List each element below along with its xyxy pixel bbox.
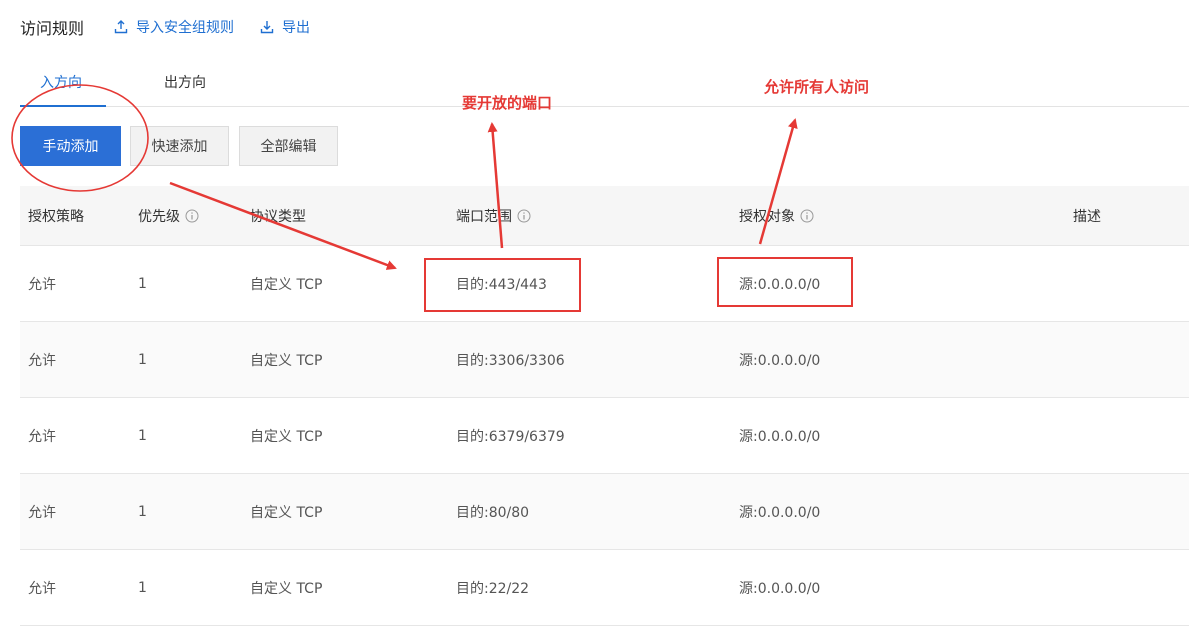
info-icon[interactable]: [517, 209, 531, 223]
cell-protocol: 自定义 TCP: [250, 580, 323, 597]
column-header-policy: 授权策略: [28, 208, 84, 225]
annotation-port-note: 要开放的端口: [462, 94, 553, 112]
cell-port-range: 目的:443/443: [456, 276, 547, 293]
cell-priority: 1: [138, 579, 147, 596]
cell-policy: 允许: [28, 276, 56, 293]
active-tab-indicator: [20, 105, 106, 107]
table-row: 允许 1 自定义 TCP 目的:3306/3306 源:0.0.0.0/0: [20, 322, 1189, 398]
cell-policy: 允许: [28, 504, 56, 521]
upload-icon: [114, 20, 128, 34]
cell-auth-object: 源:0.0.0.0/0: [739, 428, 821, 445]
table-row: 允许 1 自定义 TCP 目的:22/22 源:0.0.0.0/0: [20, 550, 1189, 626]
edit-all-button[interactable]: 全部编辑: [239, 126, 338, 166]
cell-priority: 1: [138, 351, 147, 368]
column-header-description: 描述: [1073, 208, 1101, 225]
cell-port-range: 目的:6379/6379: [456, 428, 565, 445]
cell-priority: 1: [138, 427, 147, 444]
column-header-auth-object: 授权对象: [739, 186, 814, 245]
manual-add-button[interactable]: 手动添加: [20, 126, 121, 166]
cell-priority: 1: [138, 503, 147, 520]
table-row: 允许 1 自定义 TCP 目的:6379/6379 源:0.0.0.0/0: [20, 398, 1189, 474]
cell-port-range: 目的:22/22: [456, 580, 530, 597]
import-rules-label: 导入安全组规则: [136, 20, 235, 36]
cell-protocol: 自定义 TCP: [250, 428, 323, 445]
cell-auth-object: 源:0.0.0.0/0: [739, 352, 821, 369]
cell-policy: 允许: [28, 352, 56, 369]
cell-policy: 允许: [28, 580, 56, 597]
export-link[interactable]: 导出: [260, 17, 310, 37]
tab-outbound[interactable]: 出方向: [164, 72, 206, 92]
cell-auth-object: 源:0.0.0.0/0: [739, 276, 821, 293]
tab-inbound[interactable]: 入方向: [40, 72, 82, 92]
page-header: 访问规则 导入安全组规则 导出: [20, 14, 336, 40]
table-row: 允许 1 自定义 TCP 目的:443/443 源:0.0.0.0/0: [20, 246, 1189, 322]
direction-tabs: 入方向 出方向: [20, 62, 1189, 107]
cell-priority: 1: [138, 275, 147, 292]
cell-port-range: 目的:3306/3306: [456, 352, 565, 369]
cell-protocol: 自定义 TCP: [250, 504, 323, 521]
column-header-priority: 优先级: [138, 186, 199, 245]
cell-protocol: 自定义 TCP: [250, 352, 323, 369]
info-icon[interactable]: [800, 209, 814, 223]
cell-policy: 允许: [28, 428, 56, 445]
cell-auth-object: 源:0.0.0.0/0: [739, 504, 821, 521]
table-row: 允许 1 自定义 TCP 目的:80/80 源:0.0.0.0/0: [20, 474, 1189, 550]
column-header-protocol: 协议类型: [250, 208, 306, 225]
cell-protocol: 自定义 TCP: [250, 276, 323, 293]
page-title: 访问规则: [20, 19, 85, 38]
annotation-access-note: 允许所有人访问: [764, 78, 870, 96]
export-label: 导出: [282, 20, 311, 36]
cell-port-range: 目的:80/80: [456, 504, 530, 521]
column-header-port-range: 端口范围: [456, 186, 531, 245]
table-header: 授权策略 优先级 协议类型 端口范围 授权对象 描述: [20, 186, 1189, 246]
download-icon: [260, 21, 274, 34]
rules-table: 授权策略 优先级 协议类型 端口范围 授权对象 描述 允许 1 自定义 TCP …: [20, 186, 1189, 626]
info-icon[interactable]: [185, 209, 199, 223]
security-rules-page: 访问规则 导入安全组规则 导出 入方向 出方向 手动添加 快速添加 全部编辑 授…: [0, 0, 1189, 637]
quick-add-button[interactable]: 快速添加: [130, 126, 229, 166]
cell-auth-object: 源:0.0.0.0/0: [739, 580, 821, 597]
import-rules-link[interactable]: 导入安全组规则: [114, 17, 234, 37]
